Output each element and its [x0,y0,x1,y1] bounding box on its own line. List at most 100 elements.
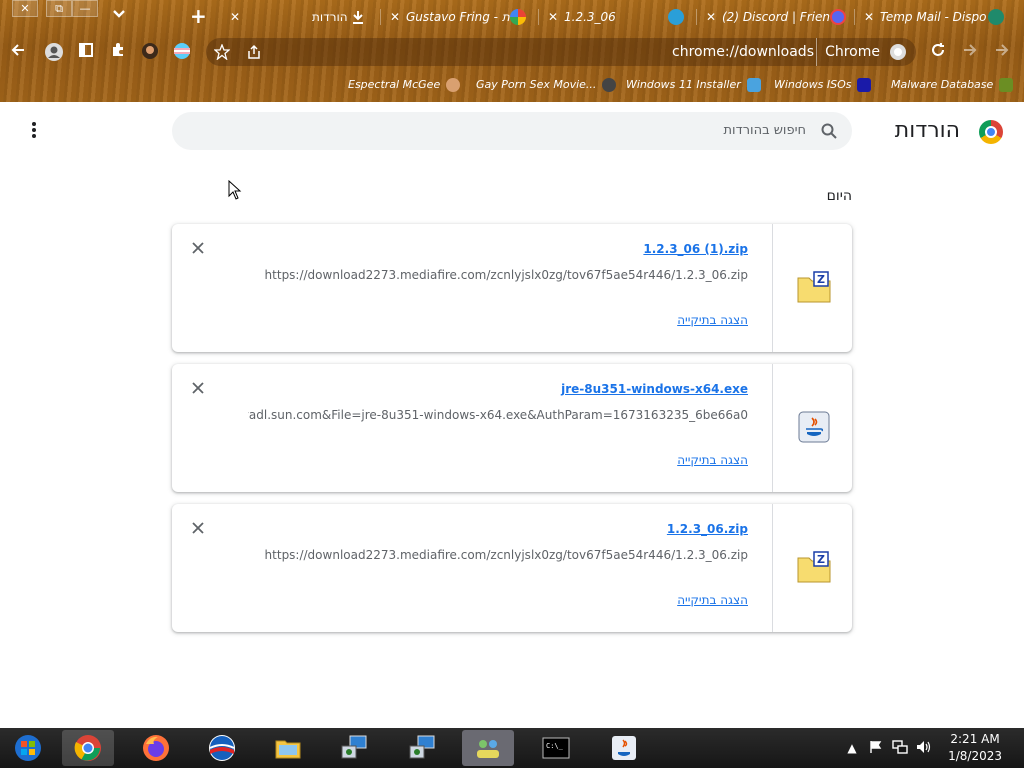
window-restore-button[interactable]: ⧉ [46,0,72,17]
browser-frame: ✕ ⧉ — + ✕ הורדות ✕ Gustavo Fring - ת ✕ 1… [0,0,1024,102]
taskbar-chrome[interactable] [62,730,114,766]
tab-close-icon[interactable]: ✕ [228,5,242,29]
toolbar: chrome://downloads Chrome [0,34,1024,70]
extensions-button[interactable] [108,42,128,62]
download-item: jre-8u351-windows-x64.exe javadl.sun.com… [172,364,852,492]
bookmark-windows-isos[interactable]: Windows ISOs [774,76,872,94]
page-title: הורדות [894,118,960,143]
site-favicon [602,78,617,92]
taskbar-java[interactable] [598,730,650,766]
bookmark-windows-11-installer[interactable]: Windows 11 Installer [626,76,761,94]
bookmarks-bar: Espectral McGee Gay Porn Sex Movie... Wi… [0,72,1024,98]
downloads-header: הורדות חיפוש בהורדות [0,102,1024,162]
volume-tray-icon[interactable] [916,740,932,756]
side-panel-button[interactable] [76,42,96,62]
java-icon [612,736,636,760]
discord-favicon [830,9,846,25]
svg-text:Z: Z [817,273,825,286]
tab-title: 1.2.3_06 [564,10,616,24]
show-in-folder-link[interactable]: הצגה בתיקייה [677,313,748,327]
forward-button[interactable] [960,42,980,62]
url-text: chrome://downloads [672,44,814,60]
extension-flag-button[interactable] [172,42,192,62]
remove-icon[interactable] [190,520,206,536]
folder-icon [275,740,301,759]
taskbar-file-explorer[interactable] [262,730,314,766]
file-name-link[interactable]: 1.2.3_06 (1).zip [643,242,748,256]
svg-text:C:\_: C:\_ [546,742,564,750]
star-icon[interactable] [214,44,230,60]
tab-close-icon[interactable]: ✕ [546,5,560,29]
arrow-right-icon [964,44,977,56]
show-in-folder-link[interactable]: הצגה בתיקייה [677,593,748,607]
share-icon[interactable] [246,44,262,60]
tab-discord[interactable]: ✕ (2) Discord | Frien [704,5,850,29]
taskbar-network-app[interactable] [462,730,514,766]
avatar-favicon [446,78,461,92]
show-in-folder-link[interactable]: הצגה בתיקייה [677,453,748,467]
tab-temp-mail[interactable]: ✕ Temp Mail - Dispo [862,5,1008,29]
system-clock[interactable]: 2:21 AM 1/8/2023 [948,731,1002,765]
search-input[interactable]: חיפוש בהורדות [172,112,852,150]
tab-downloads[interactable]: ✕ הורדות [228,5,376,29]
taskbar-remote-desktop-2[interactable] [396,730,448,766]
tab-separator [854,9,855,25]
network-tray-icon[interactable] [892,740,908,756]
remote-desktop-icon [341,735,367,759]
file-icon-column [772,364,852,492]
bookmark-label: Windows 11 Installer [626,78,741,91]
tray-overflow-button[interactable]: ▲ [844,740,860,756]
obama-logo-icon [209,735,235,761]
tab-separator [696,9,697,25]
avatar-icon [142,43,158,59]
extension-avatar-button[interactable] [140,42,160,62]
google-image-favicon [510,9,526,25]
new-tab-button[interactable]: + [190,6,207,26]
bookmark-label: Gay Porn Sex Movie... [476,78,597,91]
start-button[interactable] [2,730,54,766]
more-options-button[interactable] [26,122,42,142]
back-nav-button[interactable] [992,42,1012,62]
taskbar: C:\_ ▲ 2:21 AM 1/8/2023 [0,728,1024,768]
flag-icon [870,741,882,753]
bookmark-label: Espectral McGee [348,78,441,91]
bookmark-malware-database[interactable]: Malware Database [891,76,1014,94]
bookmark-espectral-mcgee[interactable]: Espectral McGee [348,76,461,94]
tab-gustavo-fring[interactable]: ✕ Gustavo Fring - ת [388,5,534,29]
address-bar[interactable]: chrome://downloads Chrome [206,38,916,66]
tab-search-button[interactable] [112,6,126,26]
chrome-chip-label: Chrome [816,38,880,66]
clock-time: 2:21 AM [950,732,1000,746]
remove-icon[interactable] [190,240,206,256]
tab-close-icon[interactable]: ✕ [704,5,718,29]
clock-date: 1/8/2023 [948,749,1002,763]
taskbar-command-prompt[interactable]: C:\_ [530,730,582,766]
chrome-icon [74,735,101,761]
tab-close-icon[interactable]: ✕ [388,5,402,29]
tab-1-2-3-06[interactable]: ✕ 1.2.3_06 [546,5,692,29]
windows-orb-icon [15,735,41,761]
x-favicon [857,78,872,92]
action-center-icon[interactable] [868,740,884,756]
puzzle-icon [113,43,123,56]
account-icon [45,43,63,61]
tab-close-icon[interactable]: ✕ [862,5,876,29]
file-name-link[interactable]: 1.2.3_06.zip [667,522,748,536]
window-close-button[interactable]: ✕ [12,0,38,17]
reload-button[interactable] [928,42,948,62]
bookmark-site[interactable]: Gay Porn Sex Movie... [476,76,617,94]
window-minimize-button[interactable]: — [72,0,98,17]
network-users-icon [477,740,499,758]
remove-icon[interactable] [190,380,206,396]
java-installer-icon [798,411,830,443]
back-button[interactable] [8,42,28,62]
taskbar-obama-app[interactable] [196,730,248,766]
taskbar-firefox[interactable] [130,730,182,766]
taskbar-remote-desktop-1[interactable] [328,730,380,766]
chevron-down-icon [113,10,125,18]
warning-favicon [999,78,1014,92]
firefox-icon [143,735,169,761]
profile-button[interactable] [44,42,64,62]
terminal-icon: C:\_ [542,737,570,759]
file-name-link[interactable]: jre-8u351-windows-x64.exe [561,382,748,396]
